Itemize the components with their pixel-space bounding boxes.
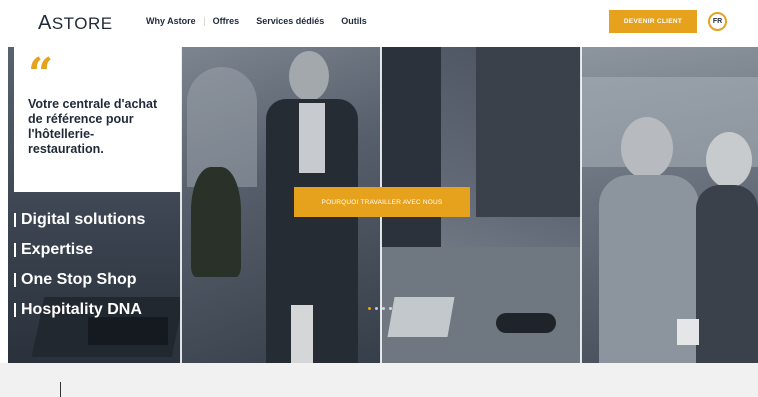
woman-body-shape xyxy=(696,185,758,363)
woman-head-shape xyxy=(706,132,752,188)
pillar-label: One Stop Shop xyxy=(21,271,137,288)
pillar-bar xyxy=(14,213,16,227)
hero-slider: “ Votre centrale d'achat de référence po… xyxy=(8,47,758,363)
nav-item-outils[interactable]: Outils xyxy=(341,16,367,26)
plant-shape xyxy=(191,167,241,277)
nav-separator xyxy=(247,17,248,26)
pillar-item: Expertise xyxy=(14,235,145,265)
carousel-dots xyxy=(368,307,392,310)
hero-quote: Votre centrale d'achat de référence pour… xyxy=(28,97,158,156)
pillar-bar xyxy=(14,303,16,317)
astore-logo[interactable]: ASTORE xyxy=(38,12,113,35)
why-work-with-us-button[interactable]: POURQUOI TRAVAILLER AVEC NOUS xyxy=(294,187,470,217)
vase-shape xyxy=(291,305,313,363)
page: ASTORE Why Astore Offres Services dédiés… xyxy=(0,0,758,397)
main-nav: Why Astore Offres Services dédiés Outils xyxy=(146,16,367,26)
person-left-shape xyxy=(381,47,441,247)
nav-separator xyxy=(332,17,333,26)
carousel-dot[interactable] xyxy=(389,307,392,310)
person-right-shape xyxy=(476,47,581,217)
next-section xyxy=(0,363,758,397)
pillar-bar xyxy=(14,273,16,287)
language-switch-icon[interactable]: FR xyxy=(708,12,727,31)
waiter-head-shape xyxy=(289,51,329,101)
pillar-label: Hospitality DNA xyxy=(21,301,142,318)
hero-photo-team xyxy=(581,47,758,363)
site-header: ASTORE Why Astore Offres Services dédiés… xyxy=(0,0,758,44)
become-client-button[interactable]: DEVENIR CLIENT xyxy=(609,10,697,33)
pillar-list: Digital solutions Expertise One Stop Sho… xyxy=(14,205,145,325)
carousel-dot[interactable] xyxy=(375,307,378,310)
logo-text: STORE xyxy=(51,14,113,33)
pillar-label: Digital solutions xyxy=(21,211,146,228)
logo-initial: A xyxy=(38,12,52,34)
pillar-label: Expertise xyxy=(21,241,94,258)
carousel-dot[interactable] xyxy=(382,307,385,310)
nav-item-services-dedies[interactable]: Services dédiés xyxy=(256,16,324,26)
quote-mark-icon: “ xyxy=(28,49,54,100)
nav-separator xyxy=(203,16,205,26)
pillar-bar xyxy=(14,243,16,257)
cup-shape xyxy=(677,319,699,345)
pillar-item: Hospitality DNA xyxy=(14,295,145,325)
laptop-small-shape xyxy=(387,297,455,337)
waiter-shirt-shape xyxy=(299,103,325,173)
pillar-item: One Stop Shop xyxy=(14,265,145,295)
pen-case-shape xyxy=(496,313,556,333)
nav-item-offres[interactable]: Offres xyxy=(213,16,240,26)
section-marker xyxy=(60,382,61,397)
panel-divider xyxy=(580,47,582,363)
nav-item-why-astore[interactable]: Why Astore xyxy=(146,16,196,26)
man-head-shape xyxy=(621,117,673,179)
carousel-dot[interactable] xyxy=(368,307,371,310)
quote-card: “ Votre centrale d'achat de référence po… xyxy=(14,47,181,192)
pillar-item: Digital solutions xyxy=(14,205,145,235)
